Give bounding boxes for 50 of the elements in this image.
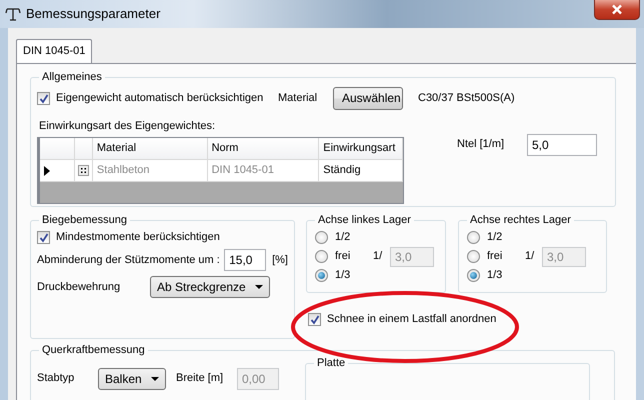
grid-label: Einwirkungsart des Eigengewichtes:: [39, 120, 216, 134]
checkbox[interactable]: [37, 92, 50, 105]
ntel-label: Ntel [1/m]: [457, 138, 506, 152]
radio-button[interactable]: [315, 231, 328, 244]
width-label: Breite [m]: [176, 372, 224, 386]
radio-label[interactable]: 1/3: [487, 268, 502, 282]
app-icon: [5, 6, 21, 22]
close-button[interactable]: [594, 0, 640, 20]
material-label: Material: [278, 92, 318, 106]
window-title: Bemessungsparameter: [26, 6, 160, 22]
tab[interactable]: DIN 1045-01: [16, 39, 92, 64]
ntel-field[interactable]: 5,0: [527, 134, 597, 156]
reduction-field[interactable]: 15,0: [224, 249, 266, 272]
radio-button[interactable]: [315, 269, 328, 282]
reduction-label: Abminderung der Stützmomente um :: [37, 254, 221, 267]
radio-label[interactable]: 1/3: [335, 268, 350, 282]
radio-label[interactable]: 1/2: [335, 230, 350, 244]
group-title: Platte: [316, 358, 346, 369]
group-title: Biegebemessung: [41, 215, 128, 226]
group-title: Achse rechtes Lager: [469, 215, 572, 226]
column-header: Material: [92, 138, 208, 160]
group-title: Querkraftbemessung: [41, 345, 146, 356]
close-icon: [611, 4, 623, 15]
prefix-label: 1/: [525, 250, 536, 264]
grip-icon: [78, 165, 89, 176]
table-cell: Stahlbeton: [92, 160, 208, 182]
group-title: Achse linkes Lager: [317, 215, 412, 226]
select-button[interactable]: Auswählen: [333, 87, 403, 110]
radio-button[interactable]: [467, 269, 480, 282]
column-header: Einwirkungsart: [319, 138, 403, 160]
bar-type-dropdown[interactable]: Balken: [98, 368, 166, 390]
checkbox[interactable]: [37, 231, 50, 244]
radio-button[interactable]: [467, 231, 480, 244]
compression-label: Druckbewehrung: [37, 280, 122, 294]
checkbox[interactable]: [308, 313, 321, 326]
caret-icon: [255, 285, 263, 290]
checkbox-label[interactable]: Schnee in einem Lastfall anordnen: [327, 313, 496, 326]
group-title: Allgemeines: [41, 72, 103, 83]
table-cell: Ständig: [319, 160, 404, 182]
caret-icon: [151, 377, 159, 381]
unit-label: [%]: [272, 254, 288, 267]
checkbox-label[interactable]: Mindestmomente berücksichtigen: [56, 231, 220, 244]
radio-label[interactable]: 1/2: [487, 230, 502, 244]
bar-type-label: Stabtyp: [37, 372, 76, 386]
column-header: Norm: [208, 138, 320, 160]
table-cell: DIN 1045-01: [208, 160, 320, 182]
material-value: C30/37 BSt500S(A): [418, 92, 515, 106]
checkbox-label[interactable]: Eigengewicht automatisch berücksichtigen: [56, 92, 264, 106]
prefix-label: 1/: [373, 250, 384, 264]
compression-dropdown[interactable]: Ab Streckgrenze: [150, 276, 270, 298]
